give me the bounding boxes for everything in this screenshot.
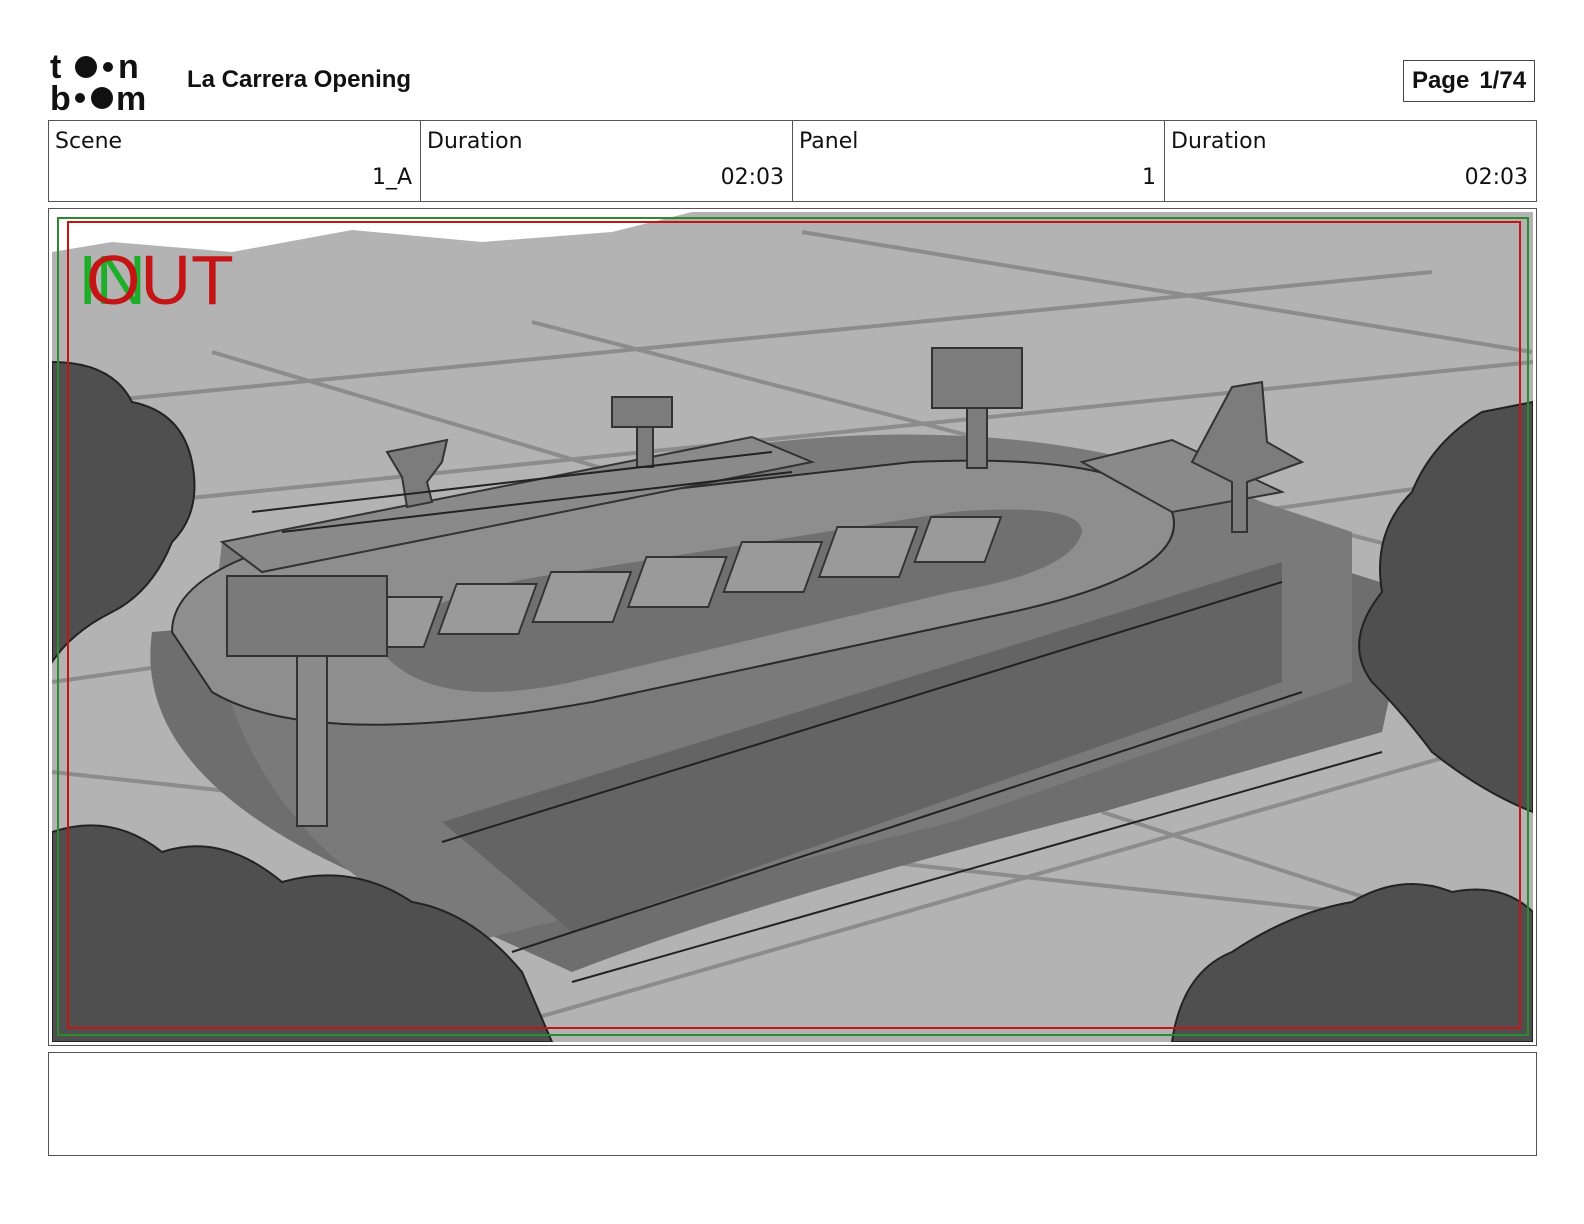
out-marker: OUT [86,241,234,319]
panel-info-row: Scene 1_A Duration 02:03 Panel 1 Duratio… [48,120,1537,202]
page-number: 1/74 [1479,67,1527,94]
scene-duration-cell: Duration 02:03 [421,121,793,201]
svg-text:b: b [50,80,71,112]
panel-value: 1 [1142,165,1156,190]
in-out-marker: IN OUT [78,245,248,315]
storyboard-panel-sketch [52,212,1533,1042]
scene-cell: Scene 1_A [49,121,421,201]
scene-value: 1_A [371,165,412,190]
scene-duration-value: 02:03 [720,165,784,190]
panel-duration-value: 02:03 [1464,165,1528,190]
panel-cell: Panel 1 [793,121,1165,201]
project-title: La Carrera Opening [187,66,412,93]
scene-label: Scene [55,129,123,154]
toon-boom-logo: t n b m [50,48,166,118]
svg-text:m: m [116,80,146,112]
dialogue-notes-box[interactable] [48,1052,1537,1156]
scene-duration-label: Duration [427,129,523,154]
page-label: Page [1411,67,1470,94]
panel-duration-label: Duration [1171,129,1267,154]
panel-label: Panel [799,129,859,154]
panel-duration-cell: Duration 02:03 [1165,121,1536,201]
page-indicator: Page 1/74 [1403,60,1535,102]
